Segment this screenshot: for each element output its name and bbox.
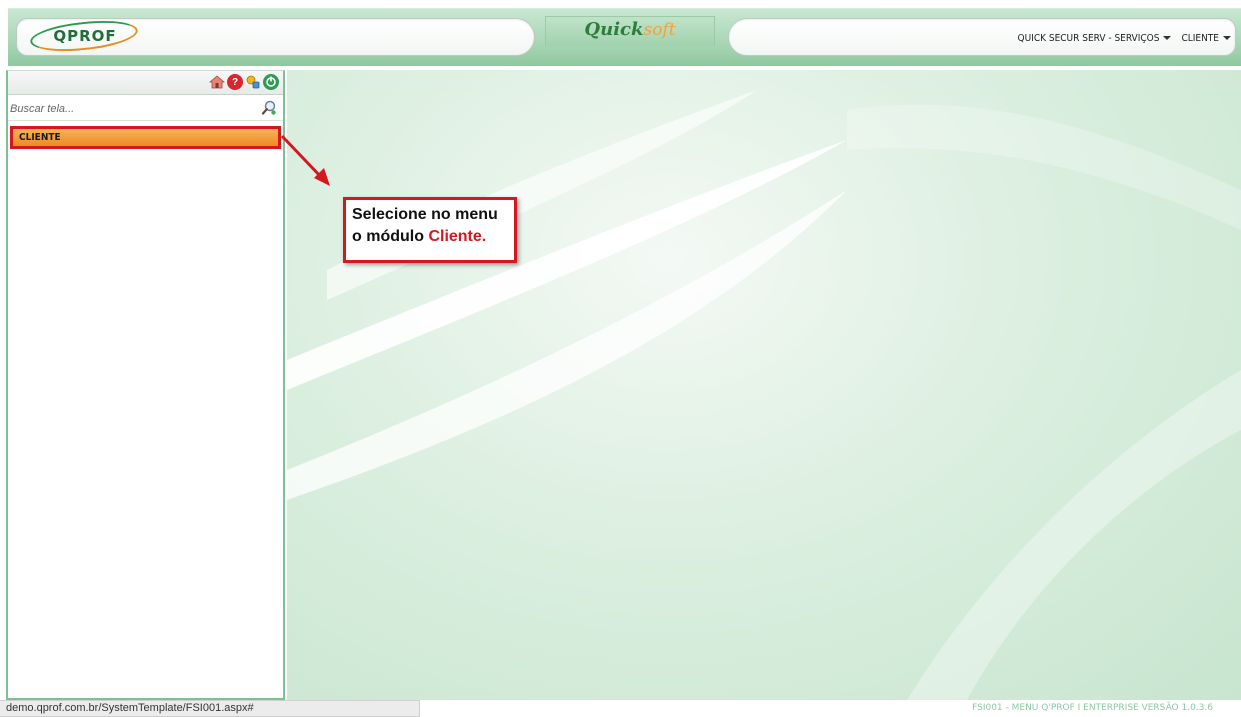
security-icon[interactable]: [245, 74, 261, 90]
module-dropdown-label: CLIENTE: [1181, 32, 1219, 44]
chevron-down-icon: [1163, 36, 1172, 40]
top-nav: QUICK SECUR SERV - SERVIÇOS CLIENTE: [1018, 30, 1231, 46]
version-label: FSI001 - MENU Q'PROF I ENTERPRISE VERSÃO…: [972, 703, 1213, 713]
logo-text: QPROF: [53, 27, 117, 45]
qprof-logo[interactable]: QPROF: [28, 16, 140, 56]
callout-line-2-prefix: o módulo: [352, 228, 429, 245]
callout-line-1: Selecione no menu: [352, 206, 498, 223]
sidebar: ? CLIENTE: [6, 70, 285, 700]
background-swoosh: [287, 90, 1241, 700]
company-dropdown-label: QUICK SECUR SERV - SERVIÇOS: [1017, 32, 1160, 44]
callout-highlight: Cliente.: [428, 228, 487, 245]
quicksoft-brand: Quicksoft: [545, 16, 715, 46]
top-header: QPROF Quicksoft QUICK SECUR SERV - SERVI…: [0, 0, 1241, 66]
sidebar-item-cliente[interactable]: CLIENTE: [10, 126, 281, 149]
company-dropdown[interactable]: QUICK SECUR SERV - SERVIÇOS: [1018, 33, 1172, 44]
help-icon[interactable]: ?: [227, 74, 243, 90]
brand-quick: Quick: [584, 19, 644, 40]
brand-soft: soft: [643, 20, 676, 40]
module-dropdown[interactable]: CLIENTE: [1181, 33, 1231, 44]
browser-status-bar: demo.qprof.com.br/SystemTemplate/FSI001.…: [0, 700, 420, 717]
home-icon[interactable]: [209, 74, 225, 90]
main-content: [287, 70, 1241, 700]
sidebar-tool-icons: ?: [209, 74, 279, 90]
chevron-down-icon: [1223, 36, 1231, 40]
logout-icon[interactable]: [263, 74, 279, 90]
annotation-arrow-icon: [280, 134, 330, 186]
search-input[interactable]: [10, 100, 250, 118]
search-row: [8, 97, 283, 121]
search-icon[interactable]: [261, 100, 277, 116]
sidebar-toolbar: ?: [8, 71, 283, 95]
instruction-callout: Selecione no menu o módulo Cliente.: [343, 197, 517, 263]
callout-line-2: o módulo Cliente.: [352, 226, 508, 248]
